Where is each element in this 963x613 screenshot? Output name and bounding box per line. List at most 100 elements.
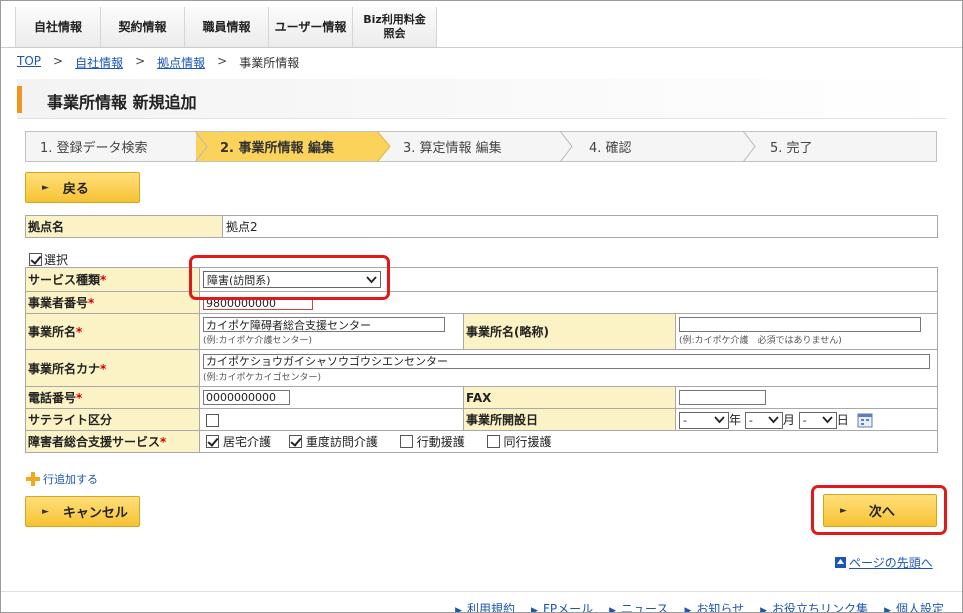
service-checkbox-severe-visit[interactable] xyxy=(288,434,302,448)
footer: ▶ 利用規約 ▶ FPメール ▶ ニュース ▶ お知らせ ▶ お役立ちリンク集 ▶ 個人設定 xyxy=(1,591,962,613)
step-arrow-icon xyxy=(377,131,391,162)
chevron-down-icon xyxy=(768,416,779,424)
operator-no-label: 事業者番号* xyxy=(25,291,200,314)
nav-tab-billing[interactable]: Biz利用料金 照会 xyxy=(353,7,437,47)
title-accent-bar xyxy=(17,86,22,113)
triangle-right-icon: ▶ xyxy=(455,606,463,613)
triangle-right-icon: ▶ xyxy=(609,606,617,613)
nav-tab-contract[interactable]: 契約情報 xyxy=(101,7,185,47)
satellite-checkbox[interactable] xyxy=(206,413,219,427)
fax-input[interactable] xyxy=(679,390,766,405)
service-checkbox-home-care[interactable] xyxy=(206,434,219,448)
service-option: 同行援護 xyxy=(486,433,552,450)
services-cell: 居宅介護 重度訪問介護 行動援護 同行援護 xyxy=(199,430,938,453)
back-button-label: 戻る xyxy=(62,182,89,197)
step-label: 2. 事業所情報 編集 xyxy=(220,141,335,156)
day-unit: 日 xyxy=(836,412,849,427)
breadcrumb-separator: > xyxy=(53,54,64,68)
chevron-down-icon xyxy=(822,416,833,424)
office-name-input[interactable] xyxy=(203,317,445,332)
service-option: 居宅介護 xyxy=(206,433,271,450)
office-kana-label: 事業所名カナ* xyxy=(25,349,200,387)
step-arrow-icon xyxy=(559,131,573,162)
office-short-hint: (例:カイポケ介護 必須ではありません) xyxy=(679,336,842,346)
step-4: 4. 確認 xyxy=(561,131,756,162)
satellite-cell xyxy=(199,408,464,431)
step-label: 4. 確認 xyxy=(589,141,632,156)
select-label: 選択 xyxy=(44,253,69,267)
nav-divider xyxy=(1,47,962,48)
step-2: 2. 事業所情報 編集 xyxy=(196,131,391,162)
select-checkbox[interactable] xyxy=(29,253,42,266)
back-button[interactable]: ► 戻る xyxy=(25,172,140,203)
step-3: 3. 算定情報 編集 xyxy=(379,131,573,162)
fax-label: FAX xyxy=(463,386,676,409)
fax-cell xyxy=(675,386,938,409)
office-short-cell: (例:カイポケ介護 必須ではありません) xyxy=(675,313,938,350)
office-kana-input[interactable] xyxy=(203,353,930,369)
breadcrumb-separator: > xyxy=(217,54,228,68)
office-kana-cell: (例:カイポケカイゴセンター) xyxy=(199,349,938,387)
office-short-input[interactable] xyxy=(679,317,921,332)
open-year-select[interactable]: - xyxy=(679,411,729,429)
footer-link-notices[interactable]: ▶ お知らせ xyxy=(684,600,744,612)
year-unit: 年 xyxy=(729,412,742,427)
phone-label: 電話番号* xyxy=(25,386,200,409)
footer-link-fpmail[interactable]: ▶ FPメール xyxy=(531,600,593,613)
office-name-hint: (例:カイポケ介護センター) xyxy=(203,336,313,346)
base-label: 拠点名 xyxy=(25,215,223,238)
phone-cell xyxy=(199,386,464,409)
chevron-right-icon: ► xyxy=(42,182,49,193)
month-unit: 月 xyxy=(782,412,795,427)
page-top-label: ページの先頭へ xyxy=(849,556,933,570)
app-window: 自社情報 契約情報 職員情報 ユーザー情報 Biz利用料金 照会 TOP > 自… xyxy=(0,0,963,613)
breadcrumb-company-link[interactable]: 自社情報 xyxy=(75,54,123,71)
step-arrow-icon xyxy=(194,131,208,162)
highlight-box xyxy=(189,255,390,300)
triangle-right-icon: ▶ xyxy=(531,606,538,613)
office-name-label: 事業所名* xyxy=(25,313,200,350)
calendar-icon[interactable] xyxy=(857,412,873,428)
step-5: 5. 完了 xyxy=(744,132,936,161)
add-row-label: 行追加する xyxy=(43,473,98,486)
highlight-box xyxy=(811,485,947,535)
step-label: 3. 算定情報 編集 xyxy=(403,141,502,156)
footer-link-settings[interactable]: ▶ 個人設定 xyxy=(884,600,944,613)
service-option: 重度訪問介護 xyxy=(288,433,378,450)
footer-link-terms[interactable]: ▶ 利用規約 xyxy=(455,600,515,613)
phone-input[interactable] xyxy=(203,390,290,405)
base-table: 拠点名 拠点2 xyxy=(25,215,938,238)
open-month-select[interactable]: - xyxy=(744,411,783,429)
service-checkbox-behavior[interactable] xyxy=(399,434,413,448)
nav-tab-user[interactable]: ユーザー情報 xyxy=(269,7,353,47)
nav-tab-staff[interactable]: 職員情報 xyxy=(185,7,269,47)
office-form-table: サービス種類* 障害(訪問系) 事業者番号* 事業所名* (例:カイポケ介護セン… xyxy=(25,267,938,453)
arrow-up-icon xyxy=(835,557,846,568)
footer-link-useful-links[interactable]: ▶ お役立ちリンク集 xyxy=(760,600,868,612)
page-top-link[interactable]: ページの先頭へ xyxy=(835,554,933,571)
step-arrow-icon xyxy=(742,131,756,162)
service-option: 行動援護 xyxy=(399,433,465,450)
satellite-label: サテライト区分 xyxy=(25,408,200,431)
open-date-cell: -年 -月 -日 xyxy=(675,408,938,431)
cancel-button[interactable]: ► キャンセル xyxy=(25,496,140,527)
step-label: 5. 完了 xyxy=(770,141,813,156)
step-1: 1. 登録データ検索 xyxy=(26,131,208,162)
open-day-select[interactable]: - xyxy=(798,411,837,429)
add-row-link[interactable]: 行追加する xyxy=(26,471,98,487)
breadcrumb: TOP > 自社情報 > 拠点情報 > 事業所情報 xyxy=(17,54,299,71)
footer-link-news[interactable]: ▶ ニュース xyxy=(609,600,668,613)
footer-links: ▶ 利用規約 ▶ FPメール ▶ ニュース ▶ お知らせ ▶ お役立ちリンク集 ▶ 個人設定 xyxy=(455,600,944,613)
services-label: 障害者総合支援サービス* xyxy=(25,430,200,453)
top-nav: 自社情報 契約情報 職員情報 ユーザー情報 Biz利用料金 照会 xyxy=(15,7,437,47)
service-checkbox-accompany[interactable] xyxy=(486,434,500,448)
office-name-cell: (例:カイポケ介護センター) xyxy=(199,313,464,350)
page-title: 事業所情報 新規追加 xyxy=(47,93,197,112)
base-value: 拠点2 xyxy=(222,215,938,238)
breadcrumb-top-link[interactable]: TOP xyxy=(17,54,41,71)
nav-tab-company[interactable]: 自社情報 xyxy=(15,7,101,47)
cancel-button-label: キャンセル xyxy=(62,506,128,521)
breadcrumb-bases-link[interactable]: 拠点情報 xyxy=(157,54,205,71)
triangle-right-icon: ▶ xyxy=(884,606,891,613)
step-indicator: 1. 登録データ検索 2. 事業所情報 編集 3. 算定情報 編集 4. 確認 … xyxy=(25,131,937,162)
